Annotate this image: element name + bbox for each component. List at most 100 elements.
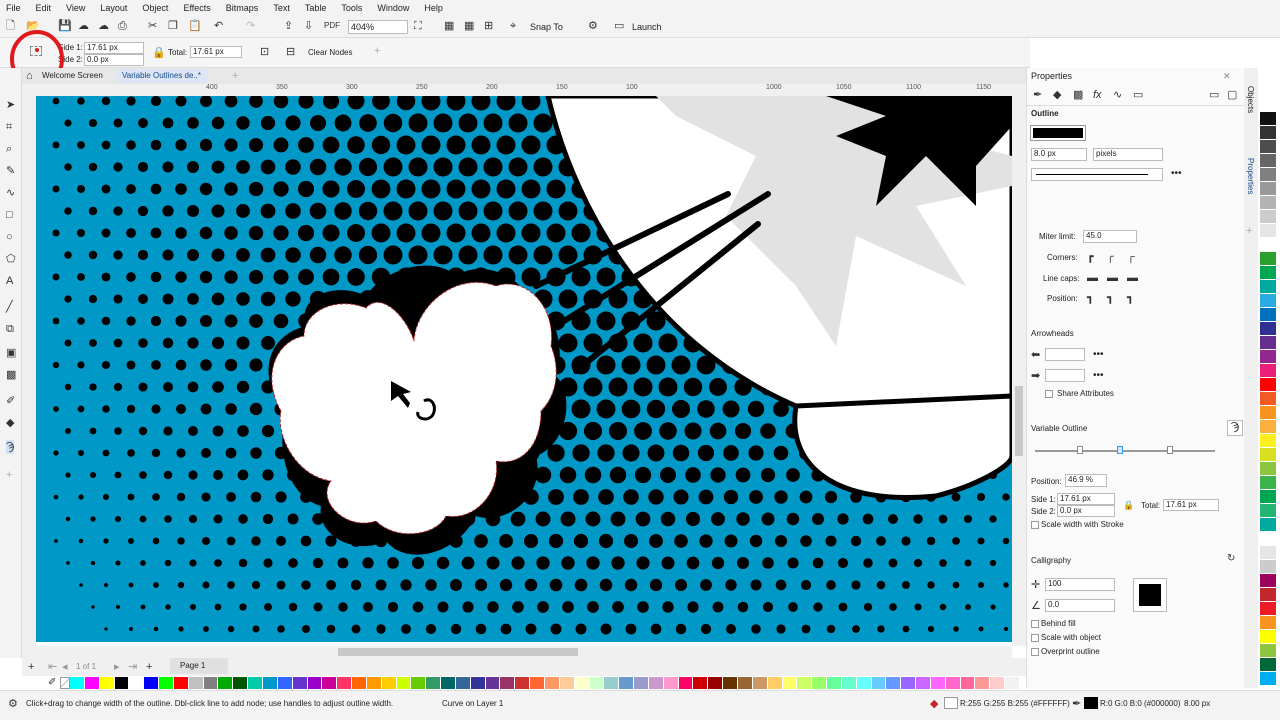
- palette-swatch[interactable]: [248, 677, 263, 689]
- effects-fx-icon[interactable]: fx: [1093, 88, 1102, 102]
- blend-tool-icon[interactable]: ⧉: [6, 322, 14, 336]
- palette-swatch[interactable]: [1005, 677, 1020, 689]
- vertical-scrollbar[interactable]: [1012, 96, 1026, 646]
- lock-ratio-icon[interactable]: 🔒: [152, 46, 166, 60]
- panel-close-icon[interactable]: ✕: [1223, 69, 1231, 83]
- zoom-level-select[interactable]: 404%: [348, 20, 408, 34]
- settings-gear-icon[interactable]: ⚙: [8, 697, 18, 711]
- palette-swatch[interactable]: [916, 677, 931, 689]
- palette-swatch[interactable]: [1260, 280, 1276, 294]
- prev-page-icon[interactable]: ◂: [62, 660, 68, 674]
- horizontal-scrollbar[interactable]: [36, 646, 1012, 658]
- palette-swatch[interactable]: [485, 677, 501, 689]
- outline-pen-icon[interactable]: ✒: [1033, 88, 1042, 102]
- page-tab[interactable]: Page 1: [170, 658, 228, 674]
- palette-swatch[interactable]: [723, 677, 738, 689]
- palette-swatch[interactable]: [678, 677, 694, 689]
- palette-swatch[interactable]: [1260, 602, 1276, 616]
- palette-swatch[interactable]: [589, 677, 605, 689]
- palette-swatch[interactable]: [1260, 476, 1276, 490]
- more-options-icon[interactable]: •••: [1171, 168, 1182, 179]
- launch-dropdown[interactable]: Launch: [632, 22, 662, 32]
- palette-swatch[interactable]: [886, 677, 902, 689]
- palette-swatch[interactable]: [871, 677, 887, 689]
- palette-swatch[interactable]: [1260, 490, 1276, 504]
- lock-icon[interactable]: 🔒: [1123, 498, 1134, 512]
- launch-icon[interactable]: ▭: [614, 19, 624, 33]
- palette-swatch[interactable]: [1260, 462, 1276, 476]
- scale-width-checkbox[interactable]: [1031, 521, 1039, 529]
- cap-butt-icon[interactable]: ▬: [1087, 271, 1098, 285]
- copy-icon[interactable]: ❐: [168, 19, 178, 33]
- redo-icon[interactable]: ↷: [246, 19, 255, 33]
- palette-swatch[interactable]: [797, 677, 813, 689]
- palette-swatch[interactable]: [411, 677, 427, 689]
- palette-swatch[interactable]: [545, 677, 560, 689]
- palette-swatch[interactable]: [188, 677, 204, 689]
- palette-swatch[interactable]: [203, 677, 219, 689]
- palette-swatch[interactable]: [648, 677, 664, 689]
- palette-swatch[interactable]: [322, 677, 338, 689]
- menu-item-window[interactable]: Window: [377, 3, 409, 13]
- miter-limit-input[interactable]: 45.0: [1083, 230, 1137, 243]
- transparency-tool-icon[interactable]: ▩: [6, 368, 16, 382]
- grid-icon[interactable]: ▦: [464, 19, 474, 33]
- menu-item-text[interactable]: Text: [273, 3, 290, 13]
- palette-swatch[interactable]: [366, 677, 382, 689]
- vo-side1-input[interactable]: 17.61 px: [1057, 493, 1115, 505]
- palette-swatch[interactable]: [441, 677, 456, 689]
- palette-swatch[interactable]: [1260, 168, 1276, 182]
- outline-color-picker[interactable]: [1030, 125, 1086, 141]
- cut-icon[interactable]: ✂: [148, 19, 157, 33]
- pick-tool-icon[interactable]: ➤: [6, 98, 15, 112]
- select-nodes-icon[interactable]: ⊡: [260, 45, 269, 59]
- palette-swatch[interactable]: [530, 677, 545, 689]
- palette-swatch[interactable]: [1260, 518, 1276, 532]
- palette-swatch[interactable]: [1260, 182, 1276, 196]
- menu-item-tools[interactable]: Tools: [341, 3, 362, 13]
- add-docker-icon[interactable]: +: [1246, 224, 1252, 238]
- side1-input[interactable]: 17.61 px: [84, 42, 144, 54]
- palette-swatch[interactable]: [1260, 574, 1276, 588]
- summary-icon[interactable]: ▭: [1133, 88, 1143, 102]
- next-page-icon[interactable]: ▸: [114, 660, 120, 674]
- palette-swatch[interactable]: [1260, 616, 1276, 630]
- palette-swatch[interactable]: [619, 677, 635, 689]
- share-attributes-checkbox[interactable]: [1045, 390, 1053, 398]
- snap-to-dropdown[interactable]: Snap To: [530, 22, 563, 32]
- tab-welcome[interactable]: Welcome Screen: [36, 69, 109, 83]
- add-icon[interactable]: +: [374, 44, 380, 58]
- menu-item-table[interactable]: Table: [305, 3, 327, 13]
- menu-item-help[interactable]: Help: [424, 3, 443, 13]
- palette-swatch[interactable]: [990, 677, 1006, 689]
- palette-swatch[interactable]: [70, 677, 85, 689]
- polygon-tool-icon[interactable]: ⬠: [6, 252, 16, 266]
- palette-swatch[interactable]: [975, 677, 991, 689]
- no-color-swatch[interactable]: [60, 677, 70, 689]
- menu-item-object[interactable]: Object: [142, 3, 168, 13]
- text-tool-icon[interactable]: A: [6, 274, 13, 288]
- overprint-outline-checkbox[interactable]: [1031, 648, 1039, 656]
- shadow-tool-icon[interactable]: ▣: [6, 346, 16, 360]
- palette-swatch[interactable]: [604, 677, 620, 689]
- cap-round-icon[interactable]: ▬: [1107, 271, 1118, 285]
- eyedropper-tool-icon[interactable]: ✐: [6, 394, 15, 408]
- palette-swatch[interactable]: [559, 677, 575, 689]
- palette-swatch[interactable]: [960, 677, 976, 689]
- frame-icon[interactable]: ▭: [1209, 88, 1219, 102]
- menu-item-edit[interactable]: Edit: [36, 3, 52, 13]
- total-input[interactable]: 17.61 px: [190, 46, 242, 58]
- zoom-tool-icon[interactable]: ⌕: [6, 142, 12, 156]
- palette-swatch[interactable]: [381, 677, 397, 689]
- options-gear-icon[interactable]: ⚙: [588, 19, 598, 33]
- palette-swatch[interactable]: [1260, 406, 1276, 420]
- palette-swatch[interactable]: [1260, 308, 1276, 322]
- import-icon[interactable]: ⇪: [284, 19, 293, 33]
- palette-swatch[interactable]: [812, 677, 828, 689]
- slider-node[interactable]: [1167, 446, 1173, 454]
- behind-fill-checkbox[interactable]: [1031, 620, 1039, 628]
- palette-swatch[interactable]: [1260, 364, 1276, 378]
- print-icon[interactable]: ⎙: [118, 19, 127, 33]
- palette-swatch[interactable]: [856, 677, 872, 689]
- last-page-icon[interactable]: ⇥: [128, 660, 137, 674]
